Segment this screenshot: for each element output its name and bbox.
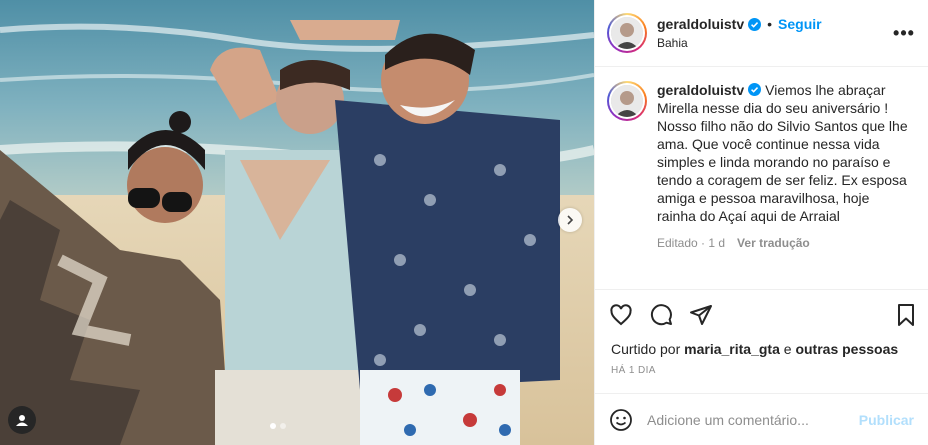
caption-meta: Editado · 1 d Ver tradução [657,234,912,252]
paper-plane-icon[interactable] [689,303,713,327]
post-photo[interactable] [0,0,594,445]
likes-summary: Curtido por maria_rita_gta e outras pess… [595,339,928,357]
carousel-dot [280,423,286,429]
liked-prefix: Curtido por [611,341,681,357]
tagged-users-button[interactable] [8,406,36,434]
post-timestamp[interactable]: HÁ 1 DIA [595,357,928,376]
caption: geraldoluistv Viemos lhe abraçar Mirella … [607,81,912,252]
caption-username-link[interactable]: geraldoluistv [657,82,744,98]
separator: • [767,16,773,32]
edited-label: Editado · 1 d [657,236,726,250]
header-text: geraldoluistv • Seguir Bahia [657,16,892,50]
verified-badge-icon [748,17,762,31]
profile-photo [611,17,643,49]
location-link[interactable]: Bahia [657,36,892,50]
liked-user-link[interactable]: maria_rita_gta [684,341,780,357]
carousel-dot [270,423,276,429]
comment-bar: Publicar [595,393,928,445]
username-link[interactable]: geraldoluistv [657,16,744,32]
carousel-indicator [270,423,286,429]
action-bar [595,289,928,339]
user-tag-icon [16,415,28,426]
instagram-post: geraldoluistv • Seguir Bahia ••• geraldo… [0,0,928,445]
chevron-right-icon [567,215,574,225]
post-header: geraldoluistv • Seguir Bahia ••• [595,0,928,67]
bookmark-icon[interactable] [894,303,918,327]
follow-button[interactable]: Seguir [778,16,822,32]
post-side-panel: geraldoluistv • Seguir Bahia ••• geraldo… [594,0,928,445]
comment-input[interactable] [647,411,859,428]
verified-badge-icon [748,83,762,96]
heart-icon[interactable] [609,303,633,327]
profile-photo [611,85,643,117]
liked-conj: e [783,341,792,357]
avatar[interactable] [607,81,647,121]
see-translation-button[interactable]: Ver tradução [737,234,810,252]
caption-area: geraldoluistv Viemos lhe abraçar Mirella … [595,67,928,289]
liked-others-link[interactable]: outras pessoas [795,341,898,357]
avatar[interactable] [607,13,647,53]
comment-icon[interactable] [649,303,673,327]
caption-text: Viemos lhe abraçar Mirella nesse dia do … [657,82,908,224]
more-options-button[interactable]: ••• [892,23,916,44]
carousel-next-button[interactable] [558,208,582,232]
emoji-icon[interactable] [609,408,633,432]
beach-photo-image [0,0,594,445]
publish-button[interactable]: Publicar [859,412,914,428]
caption-body: geraldoluistv Viemos lhe abraçar Mirella … [657,81,912,252]
